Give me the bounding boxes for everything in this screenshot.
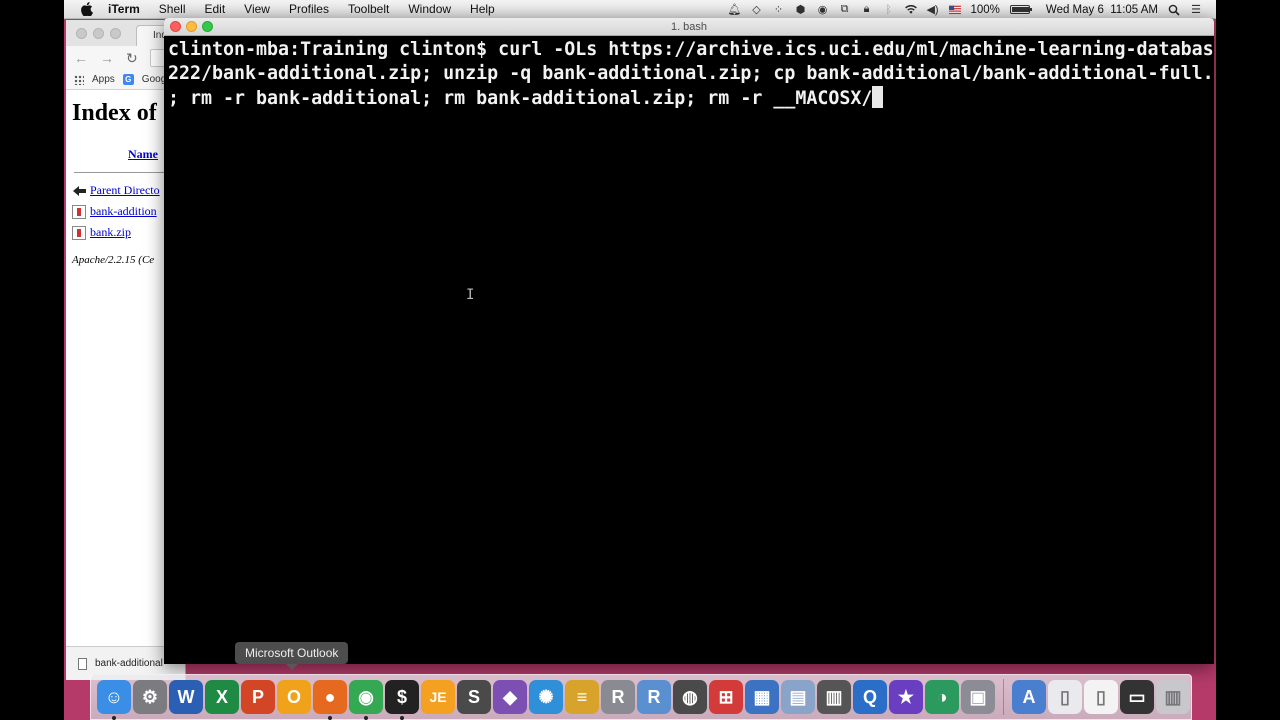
bank-additional-link[interactable]: bank-addition bbox=[90, 204, 157, 219]
ibeam-cursor-icon: I bbox=[466, 287, 475, 303]
spotlight-search-icon[interactable] bbox=[1168, 4, 1180, 16]
quicktime-icon[interactable]: Q bbox=[853, 680, 887, 714]
r-gui-icon[interactable]: R bbox=[601, 680, 635, 714]
zip-file-icon bbox=[72, 225, 86, 240]
window-title: 1. bash bbox=[670, 21, 708, 33]
dock: ☺ ⚙ W X P O ● ◉ $ JE S ◆ ✺ ≡ R R ◍ ⊞ ▦ ▤ ▥ Q ★ ◑ ▣ A ▯ ▯ ▭ ▥ bbox=[90, 674, 1192, 720]
chrome-zoom-button[interactable] bbox=[110, 28, 121, 39]
intellij-icon[interactable]: JE bbox=[421, 680, 455, 714]
menu-view[interactable]: View bbox=[244, 2, 270, 16]
toolbox-icon[interactable]: ⧉ bbox=[839, 3, 851, 15]
pdf-document-icon[interactable]: ▯ bbox=[1084, 680, 1118, 714]
battery-level-fill bbox=[1011, 7, 1030, 12]
iterm-icon[interactable]: $ bbox=[385, 680, 419, 720]
rstudio-icon[interactable]: R bbox=[637, 680, 671, 714]
sequel-pro-icon[interactable]: ◍ bbox=[673, 680, 707, 714]
menu-bar-status-area: 🔔︎ ◇ ⁘ ⬢ ◉ ⧉ 🔒︎ ᛒ ◀︎) 100% Wed May 6 11:… bbox=[728, 0, 1203, 19]
apple-menu-icon[interactable] bbox=[80, 2, 94, 16]
database-icon[interactable]: ≡ bbox=[565, 680, 599, 714]
menu-edit[interactable]: Edit bbox=[204, 2, 225, 16]
imovie-star-icon[interactable]: ★ bbox=[889, 680, 923, 714]
forward-arrow-icon[interactable]: → bbox=[100, 50, 114, 66]
battery-percent: 100% bbox=[970, 3, 1000, 16]
grid-tool-icon[interactable]: ▦ bbox=[745, 680, 779, 714]
terminal-window-icon[interactable]: ▭ bbox=[1120, 680, 1154, 714]
text-cursor bbox=[872, 86, 884, 108]
back-arrow-icon[interactable]: ← bbox=[74, 50, 88, 66]
menu-shell[interactable]: Shell bbox=[159, 2, 186, 16]
terminal-line: ; rm -r bank-additional; rm bank-additio… bbox=[168, 88, 873, 109]
system-preferences-icon[interactable]: ⚙ bbox=[133, 680, 167, 714]
bank-zip-link[interactable]: bank.zip bbox=[90, 225, 131, 240]
terminal-line: 222/bank-additional.zip; unzip -q bank-a… bbox=[168, 63, 1214, 84]
network-activity-icon[interactable]: ⁘ bbox=[773, 4, 785, 16]
notification-bell-icon[interactable]: 🔔︎ bbox=[728, 4, 742, 16]
preview-icon[interactable]: ▤ bbox=[781, 680, 815, 714]
us-flag-icon[interactable] bbox=[948, 4, 961, 15]
chrome-icon[interactable]: ◉ bbox=[349, 680, 383, 720]
visual-studio-icon[interactable]: ◆ bbox=[493, 680, 527, 714]
lock-icon[interactable]: 🔒︎ bbox=[861, 3, 873, 15]
app-status-icon[interactable]: ⬢ bbox=[795, 4, 807, 16]
bookmark-apps[interactable]: Apps bbox=[92, 74, 115, 85]
notification-center-icon[interactable]: ☰ bbox=[1190, 4, 1202, 16]
zip-file-icon bbox=[72, 204, 86, 219]
reload-icon[interactable]: ↻ bbox=[126, 50, 138, 67]
battery-icon[interactable] bbox=[1009, 5, 1032, 14]
sparkle-icon[interactable]: ✺ bbox=[529, 680, 563, 714]
word-icon[interactable]: W bbox=[169, 680, 203, 714]
download-item[interactable]: bank-additional bbox=[95, 658, 163, 669]
menu-bar: iTerm Shell Edit View Profiles Toolbelt … bbox=[64, 0, 1216, 19]
google-icon[interactable]: G bbox=[122, 74, 134, 85]
menu-app-iterm[interactable]: iTerm bbox=[108, 2, 140, 16]
back-arrow-icon bbox=[72, 183, 86, 198]
terminal-line-current: ; rm -r bank-additional; rm bank-additio… bbox=[168, 86, 1210, 111]
apps-grid-icon[interactable] bbox=[74, 74, 84, 85]
terminal-line: clinton-mba:Training clinton$ curl -OLs … bbox=[168, 39, 1214, 60]
menu-help[interactable]: Help bbox=[470, 2, 495, 16]
bluetooth-icon[interactable]: ᛒ bbox=[883, 4, 895, 16]
dock-separator bbox=[1003, 679, 1004, 715]
applications-folder-icon[interactable]: A bbox=[1012, 680, 1046, 714]
parallels-icon[interactable]: ⊞ bbox=[709, 680, 743, 714]
globe-sync-icon[interactable]: ◑ bbox=[925, 680, 959, 714]
documents-stack-icon[interactable]: ▯ bbox=[1048, 680, 1082, 714]
powerpoint-icon[interactable]: P bbox=[241, 680, 275, 714]
outlook-icon[interactable]: O bbox=[277, 680, 311, 714]
menu-profiles[interactable]: Profiles bbox=[289, 2, 329, 16]
chrome-close-button[interactable] bbox=[76, 28, 87, 39]
sublime-text-icon[interactable]: S bbox=[457, 680, 491, 714]
wifi-icon[interactable] bbox=[904, 4, 917, 15]
desktop: iTerm Shell Edit View Profiles Toolbelt … bbox=[64, 0, 1216, 720]
remote-desktop-icon[interactable]: ▣ bbox=[961, 680, 995, 714]
dropbox-icon[interactable]: ◇ bbox=[751, 4, 763, 16]
iterm-title-bar[interactable]: 1. bash bbox=[164, 18, 1214, 36]
iterm-window: 1. bash clinton-mba:Training clinton$ cu… bbox=[164, 18, 1214, 664]
menu-window[interactable]: Window bbox=[408, 2, 451, 16]
chrome-minimize-button[interactable] bbox=[93, 28, 104, 39]
menu-toolbelt[interactable]: Toolbelt bbox=[348, 2, 389, 16]
terminal-output[interactable]: clinton-mba:Training clinton$ curl -OLs … bbox=[168, 38, 1214, 664]
document-icon bbox=[78, 657, 87, 670]
firefox-icon[interactable]: ● bbox=[313, 680, 347, 720]
bookmark-google[interactable]: Goog bbox=[142, 74, 166, 85]
finder-icon[interactable]: ☺ bbox=[97, 680, 131, 720]
trash-icon[interactable]: ▥ bbox=[1156, 680, 1190, 714]
calculator-icon[interactable]: ▥ bbox=[817, 680, 851, 714]
clock[interactable]: Wed May 6 11:05 AM bbox=[1046, 4, 1158, 16]
dock-tooltip: Microsoft Outlook bbox=[235, 642, 349, 670]
record-icon[interactable]: ◉ bbox=[817, 4, 829, 16]
excel-icon[interactable]: X bbox=[205, 680, 239, 714]
chrome-window-controls bbox=[76, 28, 121, 39]
volume-icon[interactable]: ◀︎) bbox=[926, 4, 938, 16]
parent-directory-link[interactable]: Parent Directo bbox=[90, 183, 160, 198]
